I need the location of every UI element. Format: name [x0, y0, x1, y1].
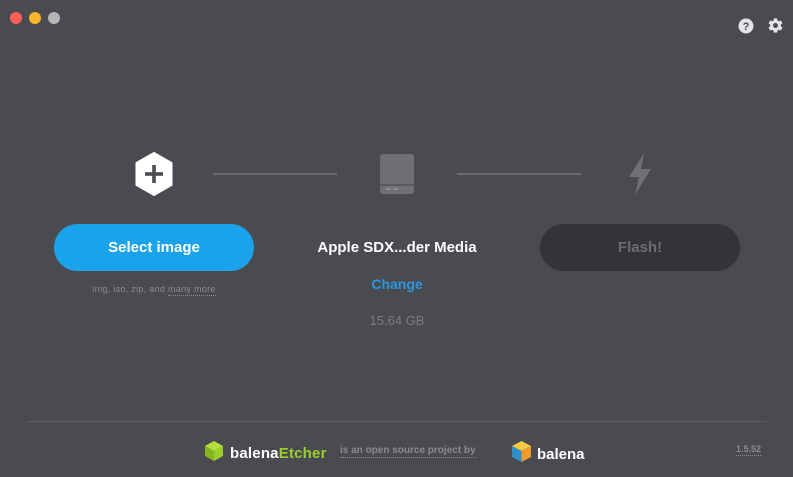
etcher-cube-icon: [204, 440, 224, 467]
etcher-brand-text: balenaEtcher: [230, 445, 327, 462]
open-source-tagline[interactable]: is an open source project by: [340, 445, 476, 458]
app-version[interactable]: 1.5.52: [736, 444, 762, 456]
change-drive-link[interactable]: Change: [297, 276, 497, 292]
drive-size: 15.64 GB: [369, 313, 425, 328]
selected-drive-name: Apple SDX...der Media: [317, 239, 477, 256]
drive-icon: [375, 151, 419, 197]
top-toolbar: ?: [738, 17, 784, 34]
etcher-brand-prefix: balena: [230, 445, 279, 462]
step-connector: [213, 173, 337, 175]
lightning-icon: [618, 151, 662, 197]
help-circle-icon[interactable]: ?: [738, 18, 754, 34]
etcher-brand-suffix: Etcher: [278, 445, 327, 462]
many-more-link[interactable]: many more: [168, 284, 216, 296]
balena-etcher-logo[interactable]: balenaEtcher: [204, 440, 327, 467]
plus-hexagon-icon: [132, 151, 176, 197]
minimize-window-button[interactable]: [29, 12, 41, 24]
footer-divider: [27, 421, 767, 422]
balena-logo[interactable]: balena: [511, 440, 585, 468]
supported-formats-text: img, iso, zip, and: [92, 284, 166, 294]
svg-text:?: ?: [743, 21, 750, 33]
zoom-window-button[interactable]: [48, 12, 60, 24]
etcher-window: ? Select image img, iso, zip, and many m…: [0, 0, 793, 477]
balena-brand-text: balena: [537, 445, 585, 463]
footer: balenaEtcher is an open source project b…: [0, 438, 793, 466]
image-format-hint: img, iso, zip, and many more: [54, 284, 254, 296]
gear-icon[interactable]: [767, 17, 784, 34]
select-image-button[interactable]: Select image: [54, 224, 254, 271]
step-connector: [457, 173, 581, 175]
close-window-button[interactable]: [10, 12, 22, 24]
balena-cube-icon: [511, 440, 532, 468]
flash-button[interactable]: Flash!: [540, 224, 740, 271]
window-controls: [10, 12, 60, 24]
